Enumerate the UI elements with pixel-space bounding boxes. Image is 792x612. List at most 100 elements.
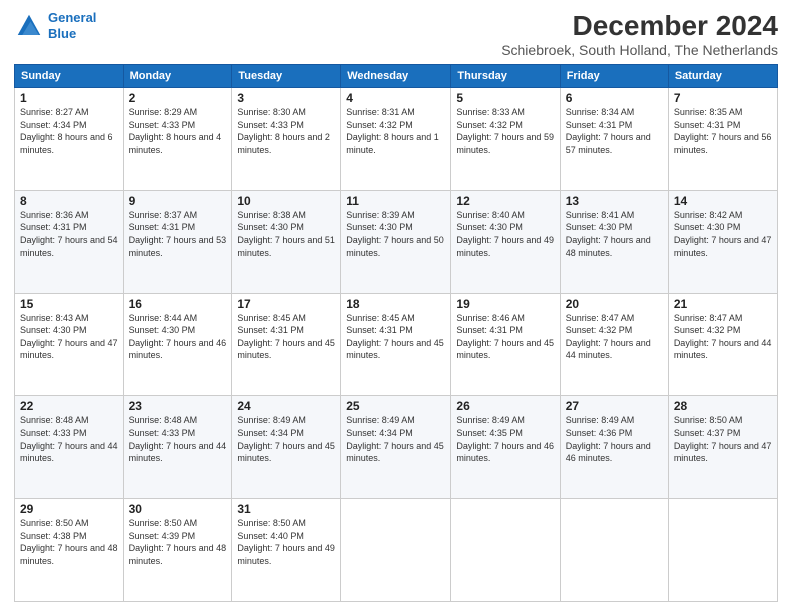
day-number: 13	[566, 194, 663, 208]
day-info: Sunrise: 8:30 AMSunset: 4:33 PMDaylight:…	[237, 106, 335, 156]
calendar-week-row: 8Sunrise: 8:36 AMSunset: 4:31 PMDaylight…	[15, 190, 778, 293]
calendar-week-row: 22Sunrise: 8:48 AMSunset: 4:33 PMDayligh…	[15, 396, 778, 499]
calendar-cell: 23Sunrise: 8:48 AMSunset: 4:33 PMDayligh…	[123, 396, 232, 499]
logo-text: General Blue	[48, 10, 96, 41]
calendar-cell: 8Sunrise: 8:36 AMSunset: 4:31 PMDaylight…	[15, 190, 124, 293]
day-info: Sunrise: 8:40 AMSunset: 4:30 PMDaylight:…	[456, 209, 554, 259]
day-info: Sunrise: 8:33 AMSunset: 4:32 PMDaylight:…	[456, 106, 554, 156]
day-info: Sunrise: 8:27 AMSunset: 4:34 PMDaylight:…	[20, 106, 118, 156]
calendar-cell: 6Sunrise: 8:34 AMSunset: 4:31 PMDaylight…	[560, 88, 668, 191]
calendar-table: SundayMondayTuesdayWednesdayThursdayFrid…	[14, 64, 778, 602]
calendar-week-row: 1Sunrise: 8:27 AMSunset: 4:34 PMDaylight…	[15, 88, 778, 191]
calendar-cell: 26Sunrise: 8:49 AMSunset: 4:35 PMDayligh…	[451, 396, 560, 499]
day-number: 24	[237, 399, 335, 413]
day-info: Sunrise: 8:34 AMSunset: 4:31 PMDaylight:…	[566, 106, 663, 156]
day-info: Sunrise: 8:43 AMSunset: 4:30 PMDaylight:…	[20, 312, 118, 362]
day-info: Sunrise: 8:47 AMSunset: 4:32 PMDaylight:…	[566, 312, 663, 362]
calendar-cell: 20Sunrise: 8:47 AMSunset: 4:32 PMDayligh…	[560, 293, 668, 396]
weekday-header: Saturday	[668, 65, 777, 88]
logo-icon	[14, 11, 44, 41]
day-info: Sunrise: 8:45 AMSunset: 4:31 PMDaylight:…	[237, 312, 335, 362]
day-info: Sunrise: 8:31 AMSunset: 4:32 PMDaylight:…	[346, 106, 445, 156]
subtitle: Schiebroek, South Holland, The Netherlan…	[501, 42, 778, 58]
day-number: 18	[346, 297, 445, 311]
calendar-cell: 27Sunrise: 8:49 AMSunset: 4:36 PMDayligh…	[560, 396, 668, 499]
calendar-cell: 2Sunrise: 8:29 AMSunset: 4:33 PMDaylight…	[123, 88, 232, 191]
calendar-cell: 4Sunrise: 8:31 AMSunset: 4:32 PMDaylight…	[341, 88, 451, 191]
calendar-header-row: SundayMondayTuesdayWednesdayThursdayFrid…	[15, 65, 778, 88]
day-number: 25	[346, 399, 445, 413]
day-number: 19	[456, 297, 554, 311]
day-number: 21	[674, 297, 772, 311]
calendar-cell: 17Sunrise: 8:45 AMSunset: 4:31 PMDayligh…	[232, 293, 341, 396]
day-number: 29	[20, 502, 118, 516]
calendar-cell: 15Sunrise: 8:43 AMSunset: 4:30 PMDayligh…	[15, 293, 124, 396]
calendar-cell: 28Sunrise: 8:50 AMSunset: 4:37 PMDayligh…	[668, 396, 777, 499]
day-info: Sunrise: 8:36 AMSunset: 4:31 PMDaylight:…	[20, 209, 118, 259]
day-info: Sunrise: 8:49 AMSunset: 4:36 PMDaylight:…	[566, 414, 663, 464]
weekday-header: Tuesday	[232, 65, 341, 88]
day-info: Sunrise: 8:29 AMSunset: 4:33 PMDaylight:…	[129, 106, 227, 156]
calendar-cell: 16Sunrise: 8:44 AMSunset: 4:30 PMDayligh…	[123, 293, 232, 396]
day-info: Sunrise: 8:44 AMSunset: 4:30 PMDaylight:…	[129, 312, 227, 362]
calendar-cell: 14Sunrise: 8:42 AMSunset: 4:30 PMDayligh…	[668, 190, 777, 293]
day-number: 26	[456, 399, 554, 413]
title-block: December 2024 Schiebroek, South Holland,…	[501, 10, 778, 58]
day-number: 28	[674, 399, 772, 413]
day-number: 2	[129, 91, 227, 105]
day-number: 20	[566, 297, 663, 311]
calendar-cell: 25Sunrise: 8:49 AMSunset: 4:34 PMDayligh…	[341, 396, 451, 499]
day-info: Sunrise: 8:49 AMSunset: 4:34 PMDaylight:…	[346, 414, 445, 464]
day-info: Sunrise: 8:42 AMSunset: 4:30 PMDaylight:…	[674, 209, 772, 259]
day-info: Sunrise: 8:38 AMSunset: 4:30 PMDaylight:…	[237, 209, 335, 259]
header: General Blue December 2024 Schiebroek, S…	[14, 10, 778, 58]
day-number: 7	[674, 91, 772, 105]
calendar-cell: 10Sunrise: 8:38 AMSunset: 4:30 PMDayligh…	[232, 190, 341, 293]
calendar-cell: 24Sunrise: 8:49 AMSunset: 4:34 PMDayligh…	[232, 396, 341, 499]
calendar-cell: 13Sunrise: 8:41 AMSunset: 4:30 PMDayligh…	[560, 190, 668, 293]
calendar-cell: 11Sunrise: 8:39 AMSunset: 4:30 PMDayligh…	[341, 190, 451, 293]
calendar-cell: 31Sunrise: 8:50 AMSunset: 4:40 PMDayligh…	[232, 499, 341, 602]
calendar-cell: 5Sunrise: 8:33 AMSunset: 4:32 PMDaylight…	[451, 88, 560, 191]
day-number: 8	[20, 194, 118, 208]
weekday-header: Friday	[560, 65, 668, 88]
day-number: 27	[566, 399, 663, 413]
day-info: Sunrise: 8:49 AMSunset: 4:35 PMDaylight:…	[456, 414, 554, 464]
calendar-cell	[451, 499, 560, 602]
day-number: 6	[566, 91, 663, 105]
day-number: 12	[456, 194, 554, 208]
day-info: Sunrise: 8:48 AMSunset: 4:33 PMDaylight:…	[20, 414, 118, 464]
calendar-cell: 19Sunrise: 8:46 AMSunset: 4:31 PMDayligh…	[451, 293, 560, 396]
day-info: Sunrise: 8:46 AMSunset: 4:31 PMDaylight:…	[456, 312, 554, 362]
day-number: 5	[456, 91, 554, 105]
day-number: 9	[129, 194, 227, 208]
calendar-cell: 21Sunrise: 8:47 AMSunset: 4:32 PMDayligh…	[668, 293, 777, 396]
main-title: December 2024	[501, 10, 778, 42]
calendar-body: 1Sunrise: 8:27 AMSunset: 4:34 PMDaylight…	[15, 88, 778, 602]
calendar-week-row: 29Sunrise: 8:50 AMSunset: 4:38 PMDayligh…	[15, 499, 778, 602]
logo: General Blue	[14, 10, 96, 41]
day-number: 17	[237, 297, 335, 311]
day-number: 10	[237, 194, 335, 208]
calendar-cell	[560, 499, 668, 602]
day-number: 30	[129, 502, 227, 516]
day-info: Sunrise: 8:41 AMSunset: 4:30 PMDaylight:…	[566, 209, 663, 259]
day-number: 31	[237, 502, 335, 516]
day-number: 4	[346, 91, 445, 105]
day-number: 14	[674, 194, 772, 208]
calendar-cell: 12Sunrise: 8:40 AMSunset: 4:30 PMDayligh…	[451, 190, 560, 293]
weekday-header: Thursday	[451, 65, 560, 88]
calendar-cell: 30Sunrise: 8:50 AMSunset: 4:39 PMDayligh…	[123, 499, 232, 602]
day-info: Sunrise: 8:47 AMSunset: 4:32 PMDaylight:…	[674, 312, 772, 362]
day-info: Sunrise: 8:49 AMSunset: 4:34 PMDaylight:…	[237, 414, 335, 464]
calendar-cell: 29Sunrise: 8:50 AMSunset: 4:38 PMDayligh…	[15, 499, 124, 602]
day-number: 16	[129, 297, 227, 311]
calendar-cell: 1Sunrise: 8:27 AMSunset: 4:34 PMDaylight…	[15, 88, 124, 191]
weekday-header: Sunday	[15, 65, 124, 88]
calendar-cell: 7Sunrise: 8:35 AMSunset: 4:31 PMDaylight…	[668, 88, 777, 191]
day-info: Sunrise: 8:50 AMSunset: 4:39 PMDaylight:…	[129, 517, 227, 567]
day-info: Sunrise: 8:37 AMSunset: 4:31 PMDaylight:…	[129, 209, 227, 259]
day-info: Sunrise: 8:48 AMSunset: 4:33 PMDaylight:…	[129, 414, 227, 464]
page: General Blue December 2024 Schiebroek, S…	[0, 0, 792, 612]
day-info: Sunrise: 8:50 AMSunset: 4:37 PMDaylight:…	[674, 414, 772, 464]
